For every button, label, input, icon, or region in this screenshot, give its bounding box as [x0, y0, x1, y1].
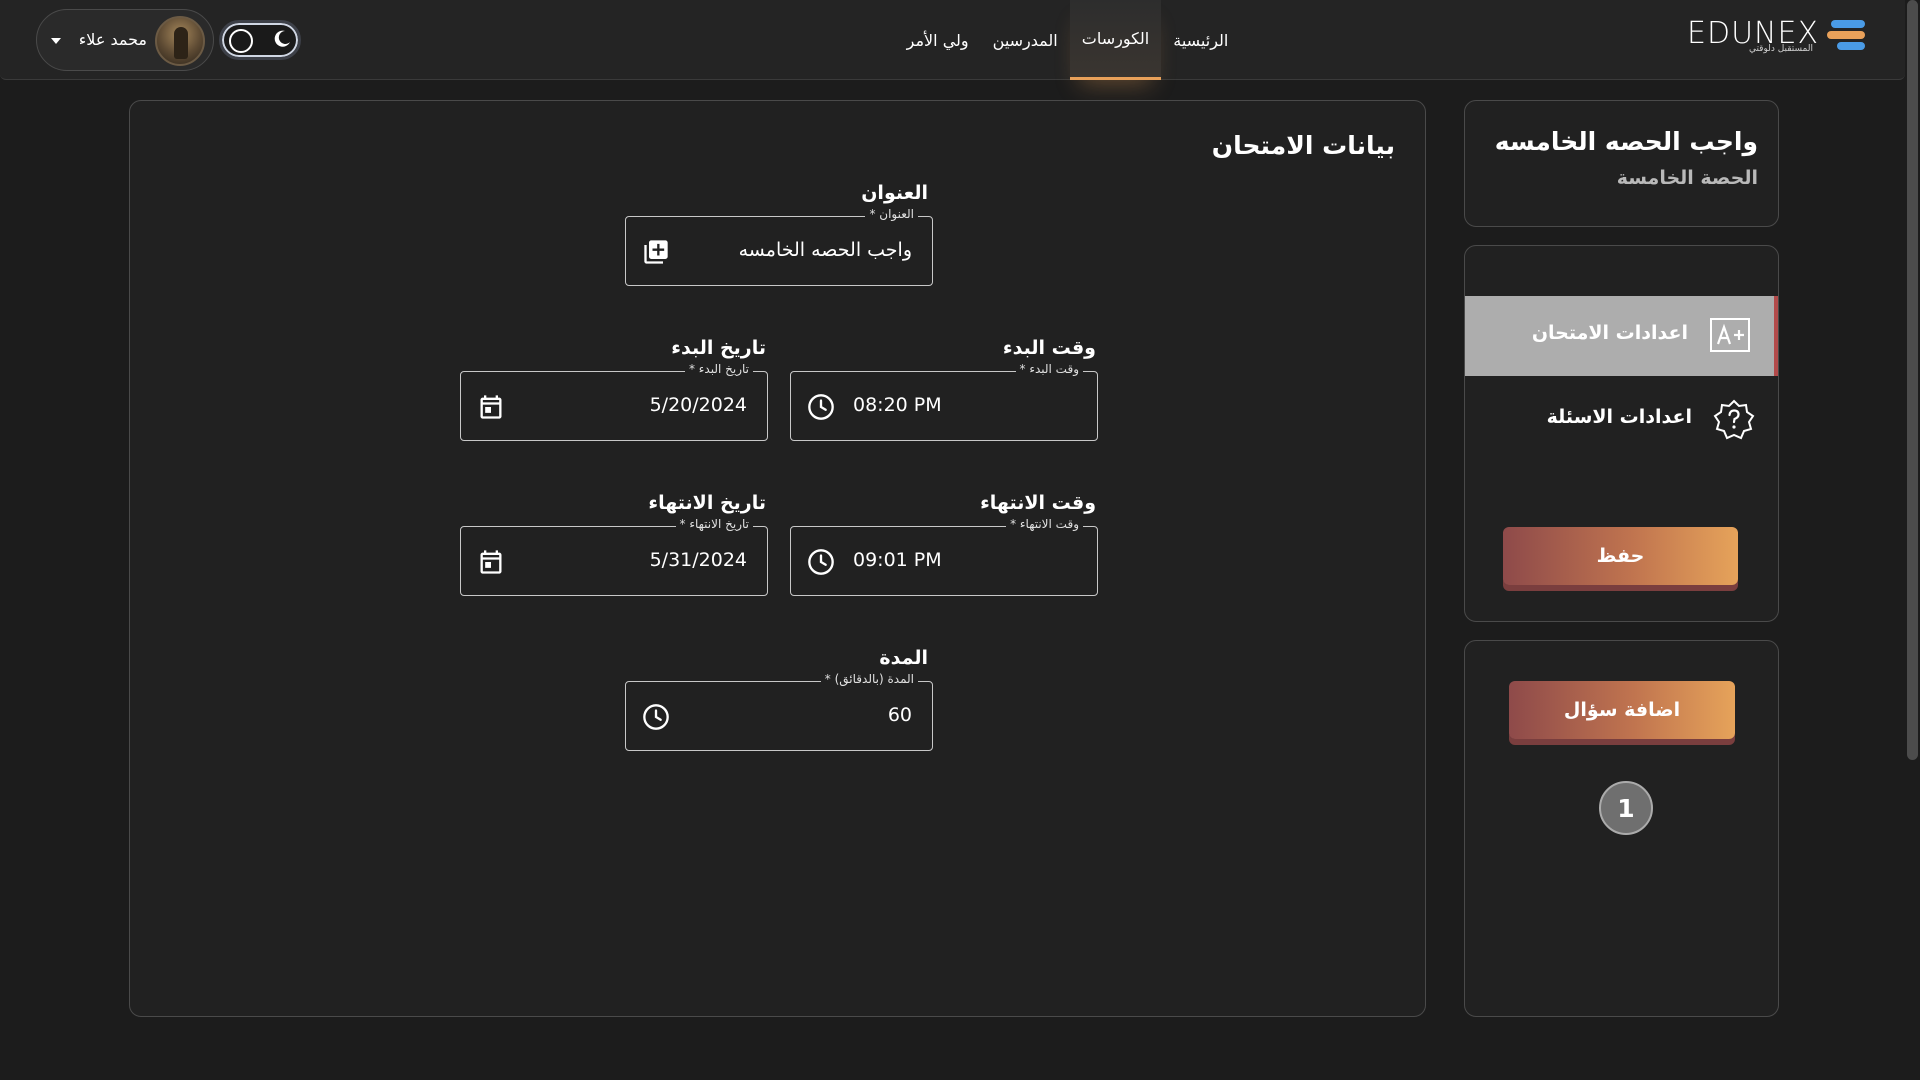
toggle-knob: [229, 29, 253, 53]
library-add-icon: [644, 240, 668, 264]
lesson-name: الحصة الخامسة: [1616, 167, 1758, 189]
theme-toggle[interactable]: [219, 20, 301, 60]
title-value: واجب الحصه الخامسه: [738, 239, 912, 261]
end-date-value: 5/31/2024: [649, 549, 747, 571]
duration-label: المدة: [879, 647, 928, 669]
moon-icon: [274, 30, 290, 47]
exam-data-card: بيانات الامتحان العنوان العنوان * واجب ا…: [129, 100, 1426, 1017]
title-legend: العنوان *: [865, 207, 918, 221]
duration-input[interactable]: المدة (بالدقائق) * 60: [625, 672, 933, 751]
exam-title: واجب الحصه الخامسه: [1494, 127, 1758, 156]
exam-title-card: واجب الحصه الخامسه الحصة الخامسة: [1464, 100, 1779, 227]
page-scrollbar[interactable]: [1905, 0, 1920, 1080]
duration-value: 60: [887, 704, 912, 726]
user-menu[interactable]: محمد علاء: [36, 9, 214, 71]
title-input[interactable]: العنوان * واجب الحصه الخامسه: [625, 207, 933, 286]
start-time-legend: وقت البدء *: [1015, 362, 1083, 376]
duration-legend: المدة (بالدقائق) *: [820, 672, 918, 686]
calendar-icon: [480, 550, 502, 574]
avatar: [155, 16, 205, 66]
exam-a-plus-icon: [1710, 318, 1750, 352]
start-time-label: وقت البدء: [1002, 337, 1096, 359]
end-date-legend: تاريخ الانتهاء *: [675, 517, 753, 531]
clock-icon: [808, 394, 834, 420]
nav-home[interactable]: الرئيسية: [1161, 0, 1240, 80]
menu-question-settings[interactable]: اعدادات الاسئلة: [1465, 380, 1778, 460]
end-time-legend: وقت الانتهاء *: [1006, 517, 1083, 531]
end-time-value: 09:01 PM: [853, 549, 942, 571]
questions-card: اضافة سؤال 1: [1464, 640, 1779, 1017]
menu-exam-settings-label: اعدادات الامتحان: [1531, 322, 1688, 344]
save-button[interactable]: حفظ: [1503, 527, 1738, 585]
question-badge-icon: [1713, 399, 1755, 440]
menu-exam-settings[interactable]: اعدادات الامتحان: [1465, 296, 1778, 376]
start-time-value: 08:20 PM: [853, 394, 942, 416]
question-number-button[interactable]: 1: [1599, 781, 1653, 835]
start-time-input[interactable]: وقت البدء * 08:20 PM: [790, 362, 1098, 441]
clock-icon: [808, 549, 834, 575]
add-question-button[interactable]: اضافة سؤال: [1509, 681, 1735, 739]
settings-card: اعدادات الامتحان اعدادات الاسئلة حفظ: [1464, 245, 1779, 622]
end-date-label: تاريخ الانتهاء: [648, 492, 766, 514]
nav-teachers[interactable]: المدرسين: [981, 0, 1070, 80]
end-date-input[interactable]: تاريخ الانتهاء * 5/31/2024: [460, 517, 768, 596]
start-date-legend: تاريخ البدء *: [684, 362, 753, 376]
end-time-input[interactable]: وقت الانتهاء * 09:01 PM: [790, 517, 1098, 596]
menu-question-settings-label: اعدادات الاسئلة: [1546, 406, 1692, 428]
calendar-icon: [480, 395, 502, 419]
top-navbar: EDUNEX المستقبل دلوقتي الرئيسية الكورسات…: [0, 0, 1905, 80]
caret-down-icon: [51, 38, 61, 44]
clock-icon: [643, 704, 669, 730]
form-heading: بيانات الامتحان: [1211, 131, 1395, 160]
nav-courses[interactable]: الكورسات: [1069, 0, 1162, 80]
user-name: محمد علاء: [78, 30, 147, 49]
end-time-label: وقت الانتهاء: [980, 492, 1096, 514]
scrollbar-thumb[interactable]: [1907, 0, 1918, 760]
title-label: العنوان: [861, 182, 928, 204]
nav-parent[interactable]: ولي الأمر: [895, 0, 981, 80]
start-date-input[interactable]: تاريخ البدء * 5/20/2024: [460, 362, 768, 441]
start-date-value: 5/20/2024: [649, 394, 747, 416]
start-date-label: تاريخ البدء: [671, 337, 766, 359]
